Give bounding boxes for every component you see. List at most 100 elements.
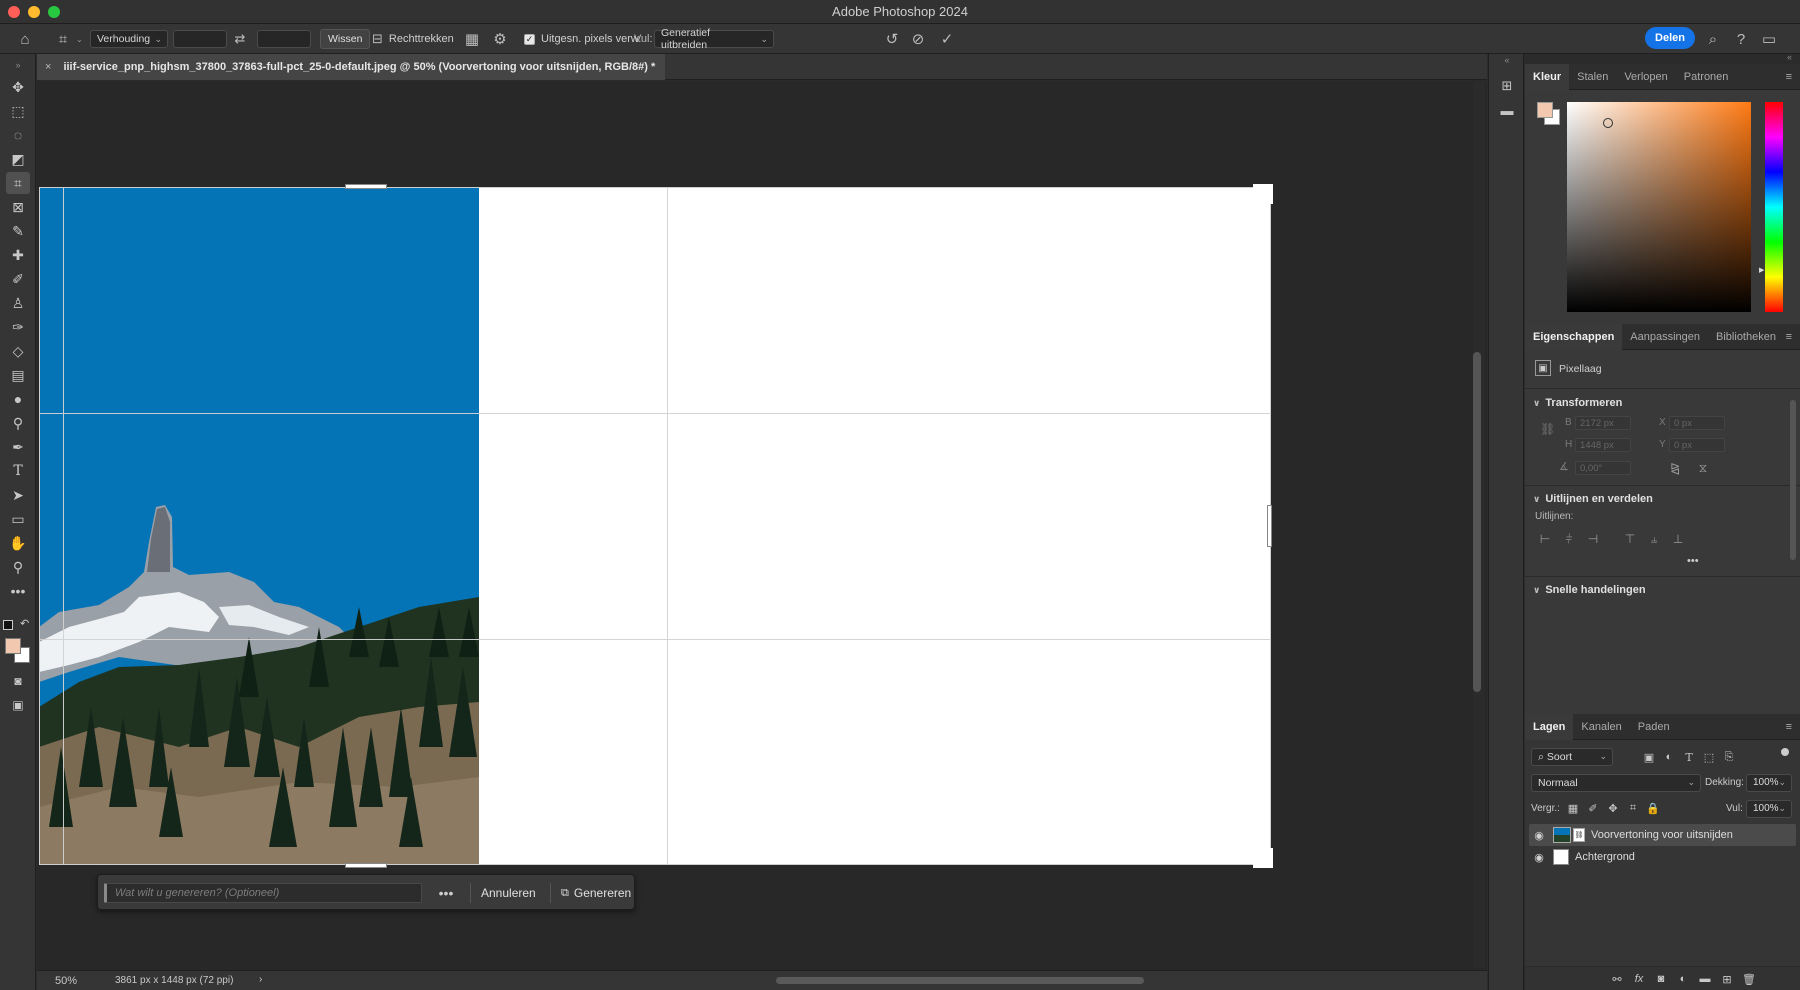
quick-mask-icon[interactable]: ◙ [6, 670, 30, 692]
visibility-eye-icon[interactable]: ◉ [1529, 829, 1549, 842]
gradient-tool-icon[interactable]: ▤ [6, 364, 30, 386]
ratio-select[interactable]: Verhouding ⌄ [90, 30, 168, 48]
layer-filter-select[interactable]: ⌕ Soort ⌄ [1531, 748, 1613, 766]
lasso-tool-icon[interactable]: ◌ [6, 124, 30, 146]
blend-mode-select[interactable]: Normaal ⌄ [1531, 774, 1701, 792]
preset-chevron-icon[interactable]: ⌄ [76, 29, 83, 49]
lock-transparency-icon[interactable]: ▦ [1565, 800, 1581, 816]
healing-brush-tool-icon[interactable]: ✚ [6, 244, 30, 266]
tab-layers[interactable]: Lagen [1525, 714, 1574, 740]
add-mask-icon[interactable]: ◙ [1653, 971, 1669, 987]
flip-horizontal-icon[interactable]: ⧎ [1667, 460, 1683, 476]
crop-handle-right[interactable] [1267, 505, 1272, 547]
properties-dock-icon[interactable]: ⊞ [1497, 76, 1517, 96]
cancel-crop-icon[interactable]: ⊘ [907, 29, 929, 49]
new-group-icon[interactable]: ▬ [1697, 971, 1713, 987]
document-canvas[interactable] [39, 184, 1273, 868]
canvas-area[interactable] [37, 81, 1487, 970]
tab-swatches[interactable]: Stalen [1569, 64, 1616, 90]
default-colors-icon[interactable] [3, 620, 13, 630]
search-icon[interactable]: ⌕ [1702, 29, 1724, 49]
align-top-icon[interactable]: ⊤ [1622, 531, 1638, 547]
commit-crop-icon[interactable]: ✓ [936, 29, 958, 49]
path-select-tool-icon[interactable]: ➤ [6, 484, 30, 506]
brush-tool-icon[interactable]: ✐ [6, 268, 30, 290]
fill-field[interactable]: 100% ⌄ [1746, 800, 1792, 818]
pen-tool-icon[interactable]: ✒ [6, 436, 30, 458]
collapse-icon[interactable]: « [1497, 50, 1517, 70]
overlay-grid-icon[interactable]: ▦ [461, 29, 483, 49]
lock-pixels-icon[interactable]: ✐ [1585, 800, 1601, 816]
height-field[interactable]: 1448 px [1575, 438, 1631, 452]
close-tab-icon[interactable]: × [45, 61, 51, 73]
hue-slider[interactable] [1765, 102, 1783, 312]
y-field[interactable]: 0 px [1669, 438, 1725, 452]
transform-section-header[interactable]: ∨ Transformeren [1533, 397, 1622, 409]
type-tool-icon[interactable]: T [6, 460, 30, 482]
crop-corner-top-right[interactable] [1253, 184, 1273, 204]
tab-patterns[interactable]: Patronen [1676, 64, 1737, 90]
tab-paths[interactable]: Paden [1630, 714, 1678, 740]
height-input[interactable] [257, 30, 311, 48]
x-field[interactable]: 0 px [1669, 416, 1725, 430]
clear-button[interactable]: Wissen [320, 29, 371, 49]
filter-pixel-icon[interactable]: ▣ [1641, 749, 1657, 765]
color-field[interactable] [1567, 102, 1751, 312]
lock-all-icon[interactable]: 🔒 [1645, 800, 1661, 816]
align-bottom-icon[interactable]: ⊥ [1670, 531, 1686, 547]
cancel-button[interactable]: Annuleren [470, 883, 536, 903]
align-left-icon[interactable]: ⊢ [1537, 531, 1553, 547]
flip-vertical-icon[interactable]: ⧖ [1695, 460, 1711, 476]
tab-properties[interactable]: Eigenschappen [1525, 324, 1623, 350]
share-button[interactable]: Delen [1645, 27, 1695, 49]
move-tool-icon[interactable]: ✥ [6, 76, 30, 98]
hand-tool-icon[interactable]: ✋ [6, 532, 30, 554]
lock-artboard-icon[interactable]: ⌗ [1625, 800, 1641, 816]
panel-menu-icon[interactable]: ≡ [1786, 331, 1792, 343]
delete-pixels-checkbox[interactable]: ✓ Uitgesn. pixels verw. [524, 29, 641, 49]
more-options-icon[interactable]: ••• [434, 883, 458, 903]
visibility-eye-icon[interactable]: ◉ [1529, 851, 1549, 864]
more-align-options-icon[interactable]: ••• [1687, 555, 1699, 567]
zoom-level[interactable]: 50% [55, 975, 77, 987]
gear-icon[interactable]: ⚙ [489, 29, 511, 49]
filter-shape-icon[interactable]: ⬚ [1701, 749, 1717, 765]
link-icon[interactable]: ⛓ [1540, 422, 1555, 436]
adjustment-layer-icon[interactable]: ◐ [1675, 971, 1691, 987]
fx-icon[interactable]: fx [1631, 971, 1647, 987]
stamp-tool-icon[interactable]: ♙ [6, 292, 30, 314]
tab-libraries[interactable]: Bibliotheken [1708, 324, 1784, 350]
panel-menu-icon[interactable]: ≡ [1786, 721, 1792, 733]
history-brush-tool-icon[interactable]: ✑ [6, 316, 30, 338]
opacity-field[interactable]: 100% ⌄ [1746, 774, 1792, 792]
properties-scrollbar[interactable] [1790, 400, 1796, 560]
crop-tool-icon[interactable]: ⌗ [6, 172, 30, 194]
dodge-tool-icon[interactable]: ⚲ [6, 412, 30, 434]
align-center-h-icon[interactable]: ⫩ [1561, 531, 1577, 547]
tab-color[interactable]: Kleur [1525, 64, 1570, 90]
expand-icon[interactable]: » [6, 54, 30, 76]
generate-prompt-input[interactable]: Wat wilt u genereren? (Optioneel) [104, 883, 422, 903]
foreground-swatch[interactable] [1537, 102, 1553, 118]
width-input[interactable] [173, 30, 227, 48]
align-section-header[interactable]: ∨ Uitlijnen en verdelen [1533, 493, 1653, 505]
lock-position-icon[interactable]: ✥ [1605, 800, 1621, 816]
zoom-tool-icon[interactable]: ⚲ [6, 556, 30, 578]
collapse-panels-icon[interactable]: « [1787, 52, 1792, 62]
crop-handle-bottom[interactable] [345, 863, 387, 868]
tab-channels[interactable]: Kanalen [1573, 714, 1629, 740]
marquee-tool-icon[interactable]: ⬚ [6, 100, 30, 122]
width-field[interactable]: 2172 px [1575, 416, 1631, 430]
crop-corner-bottom-right[interactable] [1253, 848, 1273, 868]
crop-tool-preset-icon[interactable]: ⌗ [52, 29, 74, 49]
quick-actions-section-header[interactable]: ∨ Snelle handelingen [1533, 584, 1646, 596]
filter-type-icon[interactable]: T [1681, 749, 1697, 765]
help-icon[interactable]: ? [1730, 29, 1752, 49]
filter-adjustment-icon[interactable]: ◐ [1661, 749, 1677, 765]
tab-gradients[interactable]: Verlopen [1616, 64, 1675, 90]
align-middle-v-icon[interactable]: ⫨ [1646, 531, 1662, 547]
link-layers-icon[interactable]: ⚯ [1609, 971, 1625, 987]
foreground-color-swatch[interactable] [5, 638, 21, 654]
object-select-tool-icon[interactable]: ◩ [6, 148, 30, 170]
screen-mode-icon[interactable]: ▣ [6, 694, 30, 716]
